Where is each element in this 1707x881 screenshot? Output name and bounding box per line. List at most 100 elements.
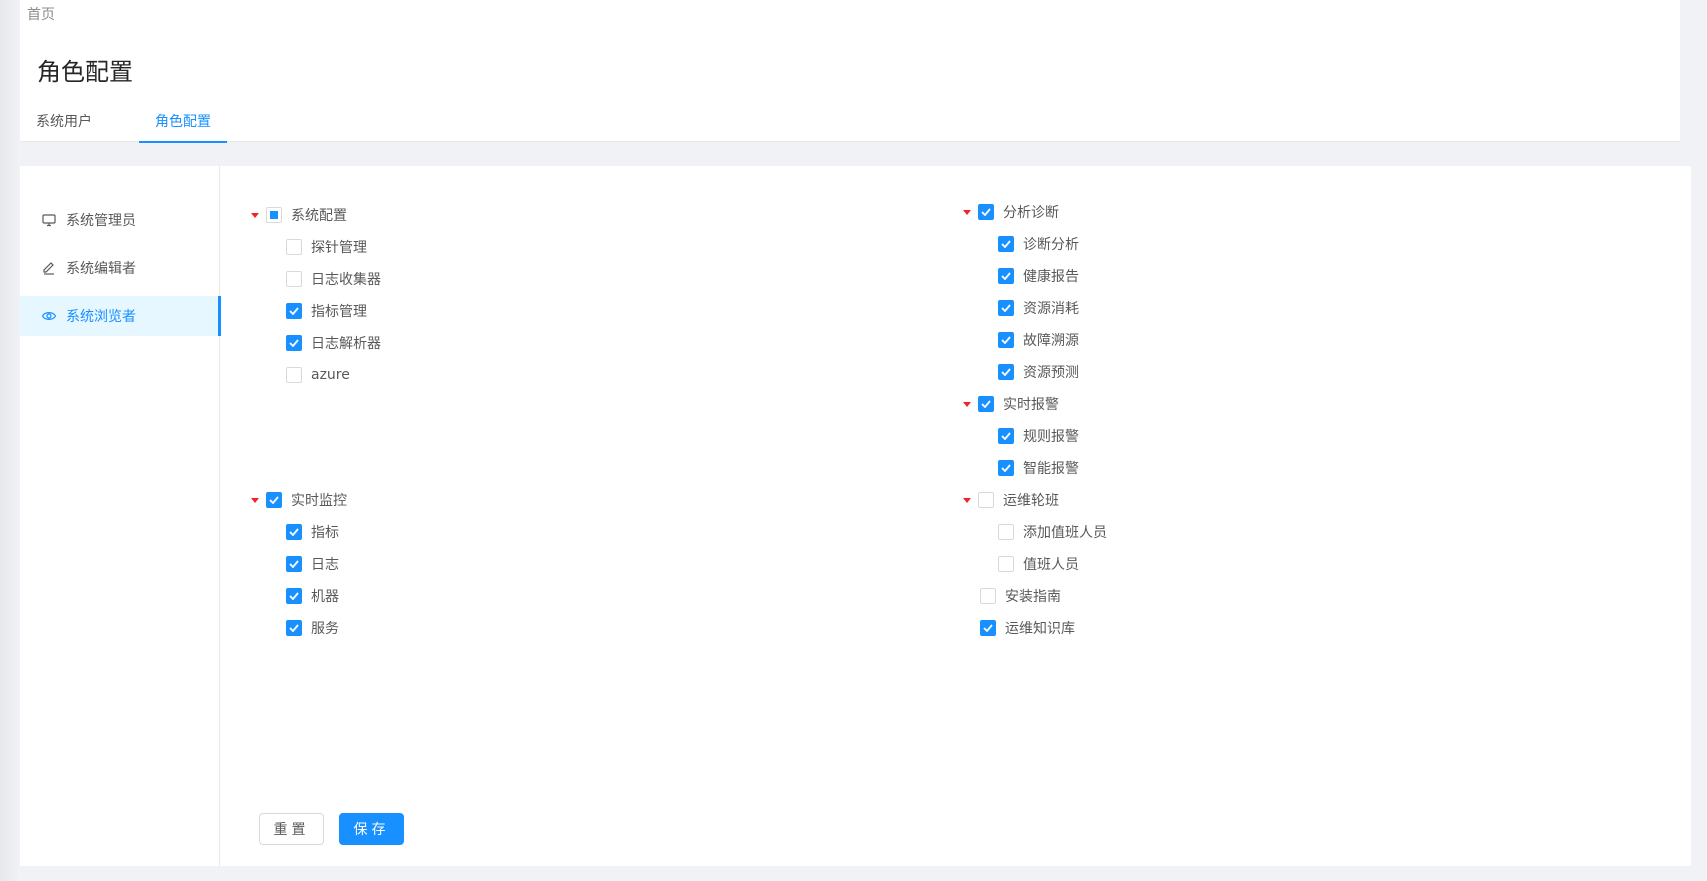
- checkbox-realtime-monitor[interactable]: [266, 492, 282, 508]
- tree-node-health-report[interactable]: 健康报告: [998, 265, 1079, 287]
- tree-node-metrics[interactable]: 指标: [286, 521, 339, 543]
- tree-node-fault-trace[interactable]: 故障溯源: [998, 329, 1079, 351]
- checkbox[interactable]: [286, 524, 302, 540]
- left-edge: [0, 0, 20, 881]
- tree-node-label: 系统配置: [291, 208, 347, 224]
- checkbox-sys-config[interactable]: [266, 207, 282, 223]
- checkbox[interactable]: [998, 556, 1014, 572]
- tree-node-label: 实时报警: [1003, 397, 1059, 413]
- checkbox[interactable]: [998, 236, 1014, 252]
- checkbox-oncall[interactable]: [978, 492, 994, 508]
- caret-down-icon[interactable]: [963, 401, 971, 407]
- checkbox[interactable]: [286, 367, 302, 383]
- tree-node-label: 值班人员: [1023, 557, 1079, 573]
- checkbox-alerts[interactable]: [978, 396, 994, 412]
- checkbox[interactable]: [980, 588, 996, 604]
- tree-node-logs[interactable]: 日志: [286, 553, 339, 575]
- tree-node-diagnosis[interactable]: 诊断分析: [998, 233, 1079, 255]
- save-button[interactable]: 保存: [339, 813, 404, 845]
- checkbox[interactable]: [286, 588, 302, 604]
- sidebar-item-viewer[interactable]: 系统浏览者: [20, 296, 221, 336]
- page-title: 角色配置: [37, 58, 133, 86]
- tree-node-log-collector[interactable]: 日志收集器: [286, 268, 381, 290]
- checkbox[interactable]: [286, 620, 302, 636]
- tab-bar: 系统用户 角色配置: [20, 110, 227, 143]
- tree-node-add-oncall[interactable]: 添加值班人员: [998, 521, 1107, 543]
- tree-node-label: 服务: [311, 621, 339, 637]
- tree-node-install-guide[interactable]: 安装指南: [980, 585, 1061, 607]
- tree-node-label: azure: [311, 367, 350, 383]
- checkbox[interactable]: [286, 271, 302, 287]
- monitor-icon: [41, 212, 57, 228]
- edit-icon: [41, 260, 57, 276]
- reset-button[interactable]: 重置: [259, 813, 324, 845]
- tree-node-label: 日志解析器: [311, 336, 381, 352]
- tree-node-label: 指标: [311, 525, 339, 541]
- checkbox[interactable]: [286, 335, 302, 351]
- tree-node-label: 运维知识库: [1005, 621, 1075, 637]
- tree-node-azure[interactable]: azure: [286, 364, 350, 386]
- tree-node-log-parser[interactable]: 日志解析器: [286, 332, 381, 354]
- tree-node-label: 指标管理: [311, 304, 367, 320]
- tree-node-label: 资源消耗: [1023, 301, 1079, 317]
- tab-system-users[interactable]: 系统用户: [20, 110, 139, 143]
- role-config-card: 系统管理员 系统编辑者 系统浏览者 系统配置 探针管理 日志收集器 指标管理 日…: [20, 166, 1691, 866]
- tree-node-smart-alert[interactable]: 智能报警: [998, 457, 1079, 479]
- checkbox[interactable]: [286, 556, 302, 572]
- tree-node-probe-mgmt[interactable]: 探针管理: [286, 236, 367, 258]
- tree-node-knowledge-base[interactable]: 运维知识库: [980, 617, 1075, 639]
- tree-node-label: 安装指南: [1005, 589, 1061, 605]
- tree-node-label: 运维轮班: [1003, 493, 1059, 509]
- checkbox[interactable]: [286, 303, 302, 319]
- checkbox[interactable]: [998, 300, 1014, 316]
- tree-node-oncall-staff[interactable]: 值班人员: [998, 553, 1079, 575]
- tree-node-label: 机器: [311, 589, 339, 605]
- tab-role-config[interactable]: 角色配置: [139, 110, 227, 143]
- tree-node-label: 日志收集器: [311, 272, 381, 288]
- caret-down-icon[interactable]: [251, 497, 259, 503]
- sidebar-item-label: 系统管理员: [66, 213, 136, 229]
- checkbox-analysis[interactable]: [978, 204, 994, 220]
- sidebar-item-label: 系统编辑者: [66, 261, 136, 277]
- tree-node-alerts[interactable]: 实时报警: [963, 393, 1059, 415]
- checkbox[interactable]: [998, 524, 1014, 540]
- tree-node-label: 故障溯源: [1023, 333, 1079, 349]
- eye-icon: [41, 308, 57, 324]
- tree-node-label: 日志: [311, 557, 339, 573]
- tree-node-label: 规则报警: [1023, 429, 1079, 445]
- tree-node-label: 实时监控: [291, 493, 347, 509]
- tree-node-rule-alert[interactable]: 规则报警: [998, 425, 1079, 447]
- role-sidebar: 系统管理员 系统编辑者 系统浏览者: [20, 166, 221, 866]
- page-header: 首页 角色配置 系统用户 角色配置: [0, 0, 1680, 143]
- tree-node-label: 资源预测: [1023, 365, 1079, 381]
- tree-node-sys-config[interactable]: 系统配置: [251, 204, 347, 226]
- tree-node-machines[interactable]: 机器: [286, 585, 339, 607]
- tree-node-label: 智能报警: [1023, 461, 1079, 477]
- tree-node-label: 健康报告: [1023, 269, 1079, 285]
- checkbox[interactable]: [286, 239, 302, 255]
- tree-node-resource-usage[interactable]: 资源消耗: [998, 297, 1079, 319]
- caret-down-icon[interactable]: [251, 212, 259, 218]
- sidebar-item-editor[interactable]: 系统编辑者: [20, 248, 220, 288]
- tree-node-label: 添加值班人员: [1023, 525, 1107, 541]
- tree-node-label: 分析诊断: [1003, 205, 1059, 221]
- checkbox[interactable]: [998, 364, 1014, 380]
- caret-down-icon[interactable]: [963, 209, 971, 215]
- checkbox[interactable]: [998, 460, 1014, 476]
- checkbox[interactable]: [998, 428, 1014, 444]
- caret-down-icon[interactable]: [963, 497, 971, 503]
- sidebar-item-admin[interactable]: 系统管理员: [20, 200, 220, 240]
- tree-node-realtime-monitor[interactable]: 实时监控: [251, 489, 347, 511]
- checkbox[interactable]: [998, 332, 1014, 348]
- tree-node-analysis[interactable]: 分析诊断: [963, 201, 1059, 223]
- tree-node-label: 诊断分析: [1023, 237, 1079, 253]
- checkbox[interactable]: [980, 620, 996, 636]
- tree-node-label: 探针管理: [311, 240, 367, 256]
- tree-node-metric-mgmt[interactable]: 指标管理: [286, 300, 367, 322]
- breadcrumb[interactable]: 首页: [27, 4, 55, 24]
- tree-node-resource-forecast[interactable]: 资源预测: [998, 361, 1079, 383]
- sidebar-item-label: 系统浏览者: [66, 309, 136, 325]
- tree-node-services[interactable]: 服务: [286, 617, 339, 639]
- checkbox[interactable]: [998, 268, 1014, 284]
- tree-node-oncall[interactable]: 运维轮班: [963, 489, 1059, 511]
